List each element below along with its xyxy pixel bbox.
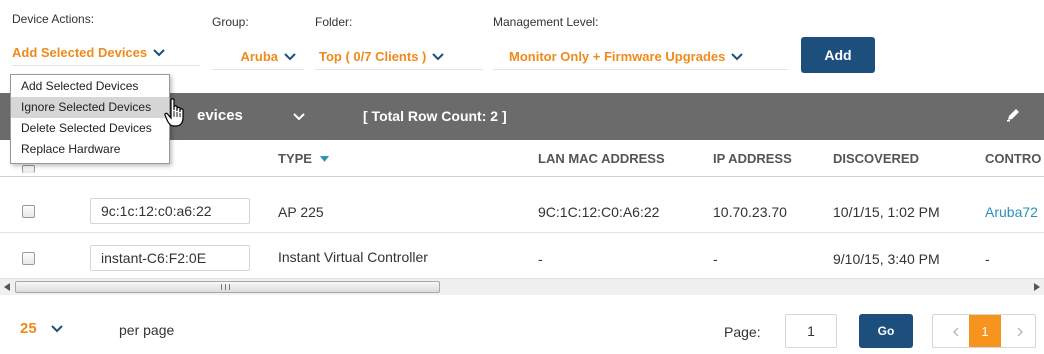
chevron-down-icon: [284, 52, 296, 60]
menu-item-replace-hardware[interactable]: Replace Hardware: [11, 139, 169, 160]
group-label: Group:: [212, 15, 249, 29]
table-row: 9c:1c:12:c0:a6:22 AP 225 9C:1C:12:C0:A6:…: [0, 195, 1044, 227]
menu-item-add-selected[interactable]: Add Selected Devices: [11, 76, 169, 97]
device-name-field[interactable]: 9c:1c:12:c0:a6:22: [90, 198, 250, 224]
group-dropdown[interactable]: Aruba: [212, 44, 304, 70]
scrollbar-thumb[interactable]: [15, 281, 440, 293]
page-navigator: 1: [932, 314, 1036, 348]
sort-down-icon: [319, 155, 329, 162]
page-number-input[interactable]: 1: [785, 314, 837, 348]
folder-value: Top ( 0/7 Clients ): [319, 49, 427, 64]
device-actions-dropdown[interactable]: Add Selected Devices: [12, 40, 200, 66]
chevron-down-icon[interactable]: [293, 113, 305, 121]
per-page-value: 25: [20, 320, 37, 337]
divider: [0, 176, 1044, 177]
cell-controller-link[interactable]: Aruba72: [985, 204, 1038, 220]
hand-pointer-cursor-icon: [164, 98, 184, 127]
column-header-controller[interactable]: CONTRO: [985, 151, 1041, 166]
chevron-down-icon: [731, 52, 744, 60]
management-level-dropdown[interactable]: Monitor Only + Firmware Upgrades: [493, 44, 788, 70]
page-label: Page:: [724, 324, 761, 340]
per-page-dropdown[interactable]: 25: [20, 320, 63, 337]
select-all-checkbox[interactable]: [22, 165, 35, 173]
horizontal-scrollbar[interactable]: [0, 278, 1044, 295]
cell-discovered: 10/1/15, 1:02 PM: [833, 204, 940, 220]
management-level-value: Monitor Only + Firmware Upgrades: [509, 49, 726, 64]
cell-controller: -: [985, 251, 990, 267]
column-header-ip[interactable]: IP ADDRESS: [713, 151, 792, 166]
cell-ip: -: [713, 251, 718, 267]
cell-type: AP 225: [278, 204, 324, 220]
scroll-right-icon[interactable]: [1034, 283, 1040, 291]
scroll-left-icon[interactable]: [4, 283, 10, 291]
go-button[interactable]: Go: [859, 314, 913, 348]
group-value: Aruba: [240, 49, 278, 64]
column-header-type[interactable]: TYPE: [278, 151, 329, 166]
column-header-lan-mac[interactable]: LAN MAC ADDRESS: [538, 151, 665, 166]
chevron-down-icon: [432, 52, 445, 60]
folder-dropdown[interactable]: Top ( 0/7 Clients ): [315, 44, 483, 70]
cell-discovered: 9/10/15, 3:40 PM: [833, 251, 940, 267]
table-row: instant-C6:F2:0E Instant Virtual Control…: [0, 242, 1044, 274]
add-button[interactable]: Add: [801, 37, 875, 73]
device-actions-value: Add Selected Devices: [12, 45, 148, 60]
chevron-down-icon: [50, 324, 63, 332]
cell-ip: 10.70.23.70: [713, 204, 787, 220]
device-name-field[interactable]: instant-C6:F2:0E: [90, 245, 250, 271]
management-level-label: Management Level:: [493, 15, 599, 29]
menu-item-delete-selected[interactable]: Delete Selected Devices: [11, 118, 169, 139]
folder-label: Folder:: [315, 15, 353, 29]
per-page-label: per page: [119, 322, 175, 338]
row-checkbox[interactable]: [22, 252, 35, 265]
next-page-icon[interactable]: [1017, 327, 1023, 337]
menu-item-ignore-selected[interactable]: Ignore Selected Devices: [11, 97, 169, 118]
previous-page-icon[interactable]: [953, 327, 959, 337]
device-actions-label: Device Actions:: [12, 12, 95, 26]
current-page-button[interactable]: 1: [969, 315, 1001, 347]
row-checkbox[interactable]: [22, 205, 35, 218]
table-title: evices: [197, 107, 243, 124]
cell-lan-mac: -: [538, 251, 543, 267]
pagination-bar: 25 per page Page: 1 Go 1: [0, 300, 1044, 354]
chevron-down-icon: [153, 48, 165, 56]
total-row-count: [ Total Row Count: 2 ]: [363, 108, 507, 124]
device-actions-menu: Add Selected Devices Ignore Selected Dev…: [10, 74, 170, 164]
edit-columns-icon[interactable]: [1005, 107, 1021, 123]
cell-lan-mac: 9C:1C:12:C0:A6:22: [538, 204, 660, 220]
column-header-discovered[interactable]: DISCOVERED: [833, 151, 919, 166]
cell-type: Instant Virtual Controller: [278, 249, 428, 265]
grip-icon: [221, 284, 230, 290]
divider: [0, 232, 1044, 233]
